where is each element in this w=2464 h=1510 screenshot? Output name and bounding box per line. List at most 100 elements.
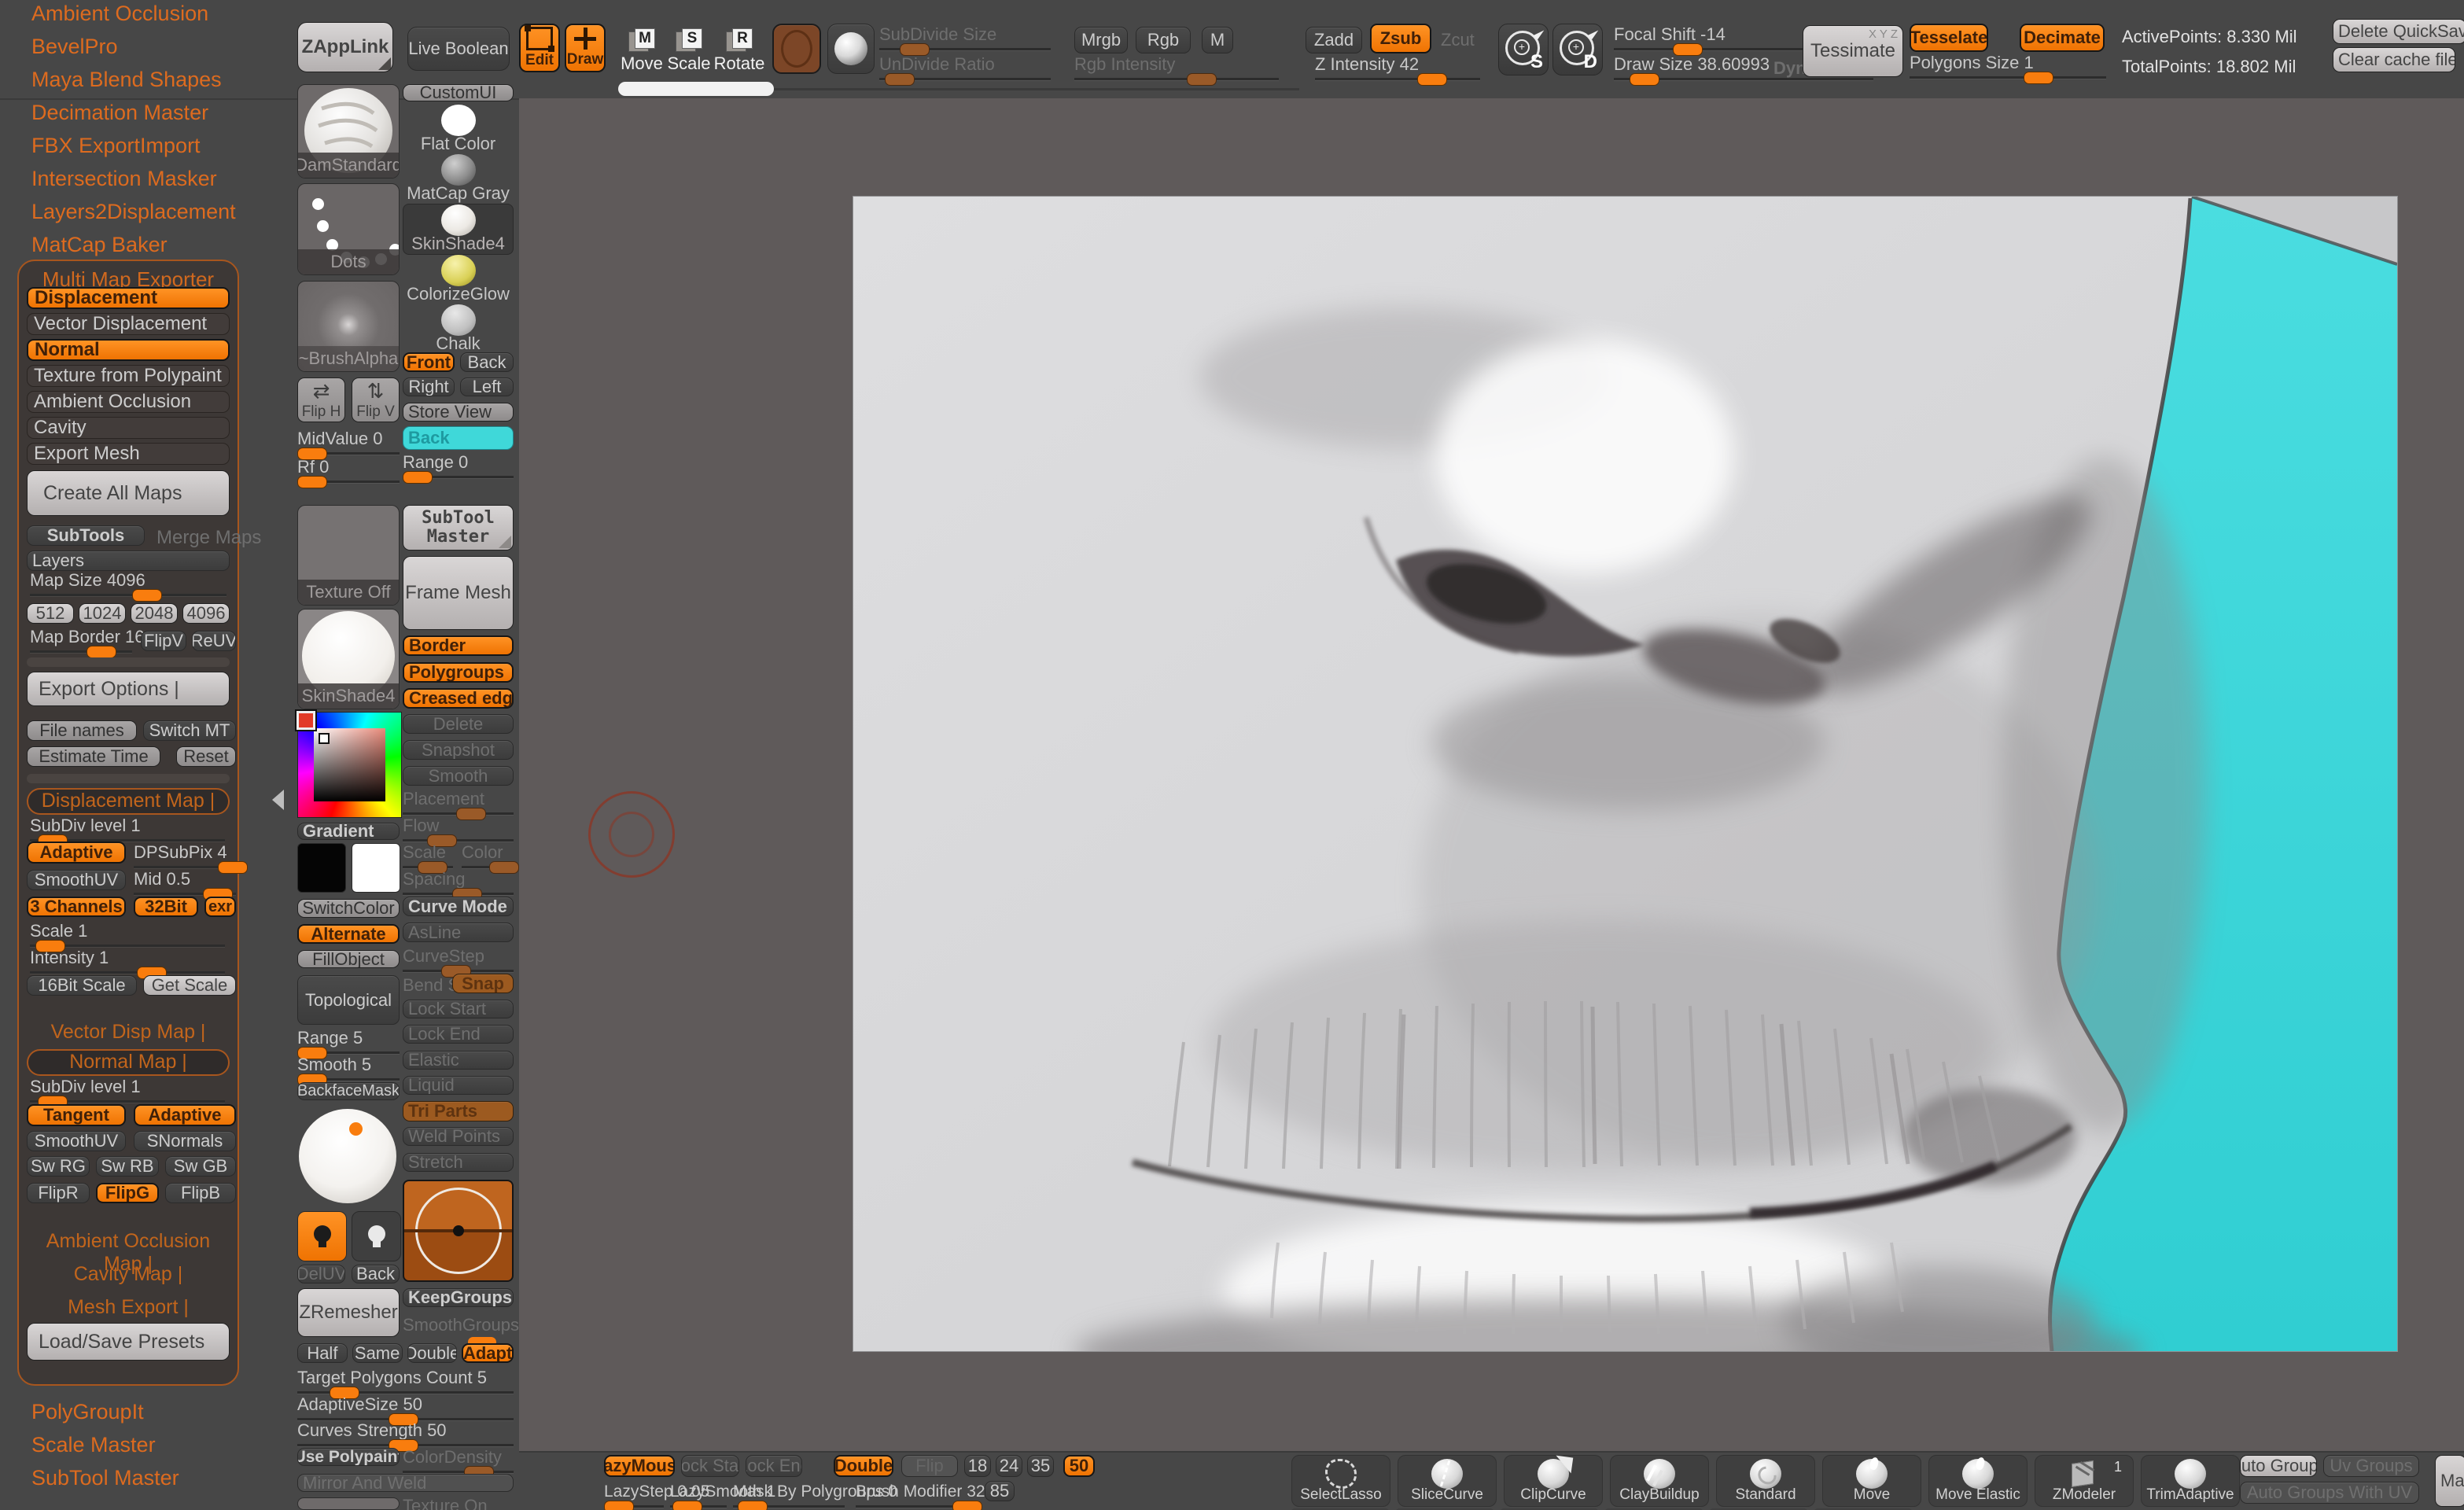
weld-points-toggle[interactable]: Weld Points: [403, 1127, 514, 1146]
get-scale-button[interactable]: Get Scale: [143, 975, 236, 996]
map-size-preset-button[interactable]: 4096: [182, 603, 230, 624]
polygroups-toggle[interactable]: Polygroups: [403, 662, 514, 683]
vector-disp-map-header[interactable]: Vector Disp Map |: [27, 1021, 230, 1044]
plugin-menu-item[interactable]: Layers2Displacement: [0, 195, 287, 228]
lazysmooth-slider[interactable]: LazySmooth 1: [670, 1482, 727, 1508]
spacing-slider[interactable]: Spacing: [403, 870, 514, 895]
material-chalk[interactable]: Chalk: [403, 304, 514, 354]
delete-button[interactable]: Delete: [403, 714, 514, 734]
subtool-master-button[interactable]: SubTool Master: [403, 505, 514, 551]
material-skinshade4[interactable]: SkinShade4: [403, 204, 514, 255]
plugin-menu-item[interactable]: Intersection Masker: [0, 162, 287, 195]
flip-r-button[interactable]: FlipR: [27, 1183, 90, 1203]
polygons-size-slider[interactable]: Polygons Size 1: [1910, 53, 2106, 79]
alternate-toggle[interactable]: Alternate: [297, 924, 400, 944]
draw-size-preset-button[interactable]: 18: [964, 1455, 991, 1477]
clipped-thumbnail[interactable]: [297, 1497, 400, 1510]
brush-slicecurve[interactable]: SliceCurve: [1398, 1455, 1497, 1507]
mme-toggle-normal[interactable]: Normal: [27, 339, 230, 361]
mme-toggle-export-mesh[interactable]: Export Mesh: [27, 443, 230, 465]
snap-toggle[interactable]: Snap: [452, 974, 514, 993]
rgb-intensity-slider[interactable]: Rgb Intensity: [1074, 55, 1279, 80]
plugin-menu-item[interactable]: Scale Master: [0, 1428, 287, 1461]
flip-v-button[interactable]: ⇅Flip V: [352, 378, 400, 422]
range-slider[interactable]: Range 5: [297, 1029, 400, 1054]
plugin-menu-item[interactable]: BevelPro: [0, 30, 287, 63]
subtools-button[interactable]: SubTools: [27, 525, 145, 546]
target-polygons-slider[interactable]: Target Polygons Count 5: [297, 1368, 514, 1394]
map-size-preset-button[interactable]: 1024: [79, 603, 126, 624]
mme-toggle-texture-from-polypaint[interactable]: Texture from Polypaint: [27, 365, 230, 387]
color-stroke-slider[interactable]: Color: [462, 843, 512, 868]
plugin-menu-item[interactable]: PolyGroupIt: [0, 1395, 287, 1428]
sculpt-s-button[interactable]: + S: [1498, 24, 1549, 76]
map-size-preset-button[interactable]: 512: [27, 603, 74, 624]
normal-map-header[interactable]: Normal Map |: [27, 1049, 230, 1076]
alpha-thumbnail[interactable]: ~BrushAlpha: [297, 281, 400, 372]
flip-g-button[interactable]: FlipG: [96, 1183, 159, 1203]
liquid-toggle[interactable]: Liquid: [403, 1076, 514, 1095]
mask-clipped-button[interactable]: Ma: [2435, 1455, 2464, 1507]
pressure-sphere-button[interactable]: [827, 24, 875, 74]
sculpt-d-button[interactable]: + D: [1552, 24, 1603, 76]
flip-h-button[interactable]: ⇄Flip H: [297, 378, 345, 422]
bit32-toggle[interactable]: 32Bit: [134, 897, 198, 917]
curve-mode-toggle[interactable]: Curve Mode: [403, 897, 514, 916]
lazymouse-toggle[interactable]: LazyMouse: [604, 1455, 675, 1477]
create-all-maps-button[interactable]: Create All Maps: [27, 470, 230, 516]
draw-mode-button[interactable]: Draw: [565, 24, 606, 72]
color-density-slider[interactable]: ColorDensity: [403, 1448, 514, 1473]
mid-slider[interactable]: Mid 0.5: [134, 870, 236, 895]
zcut-label[interactable]: Zcut: [1441, 30, 1475, 50]
brush-clipcurve[interactable]: ClipCurve: [1504, 1455, 1603, 1507]
mask-by-polygroups-slider[interactable]: Mask By Polygroups 0: [733, 1482, 845, 1508]
delete-quicksave-button[interactable]: Delete QuickSave files: [2333, 19, 2464, 44]
displacement-map-header[interactable]: Displacement Map |: [27, 788, 230, 815]
curves-strength-slider[interactable]: Curves Strength 50: [297, 1421, 514, 1446]
texture-thumbnail[interactable]: Texture Off: [297, 505, 400, 606]
document-canvas[interactable]: [853, 197, 2397, 1351]
edit-mode-button[interactable]: Edit: [519, 24, 560, 72]
material-flat-color[interactable]: Flat Color: [403, 105, 514, 154]
zremesher-button[interactable]: ZRemesher: [297, 1288, 400, 1337]
move-mode-button[interactable]: M Move: [620, 24, 664, 74]
texture-on-label[interactable]: Texture On: [403, 1496, 488, 1510]
mirror-and-weld-button[interactable]: Mirror And Weld: [297, 1474, 514, 1492]
lock-start-bottom-toggle[interactable]: Lock Start: [681, 1455, 739, 1477]
mme-toggle-cavity[interactable]: Cavity: [27, 417, 230, 439]
lazystep-slider[interactable]: LazyStep 0.05: [604, 1482, 664, 1508]
midvalue-slider[interactable]: MidValue 0: [297, 429, 400, 455]
light-placement-sphere[interactable]: [299, 1109, 396, 1203]
rotate-mode-button[interactable]: R Rotate: [714, 24, 764, 74]
tangent-toggle[interactable]: Tangent: [27, 1104, 126, 1126]
layers-button[interactable]: Layers: [27, 551, 230, 571]
m-button[interactable]: M: [1202, 27, 1233, 53]
adaptive-size-slider[interactable]: AdaptiveSize 50: [297, 1395, 514, 1420]
brush-move-elastic[interactable]: Move Elastic: [1928, 1455, 2028, 1507]
plugin-menu-item[interactable]: FBX ExportImport: [0, 129, 287, 162]
brush-zmodeler[interactable]: 1 ZModeler: [2035, 1455, 2134, 1507]
stroke-thumbnail[interactable]: Dots: [297, 183, 400, 275]
auto-groups-with-uv-button[interactable]: Auto Groups With UV: [2240, 1482, 2419, 1504]
tessimate-button[interactable]: Tessimate X Y Z: [1803, 25, 1903, 77]
keepgroups-toggle[interactable]: KeepGroups: [403, 1288, 514, 1307]
plugin-menu-item[interactable]: Maya Blend Shapes: [0, 63, 287, 96]
tesselate-button[interactable]: Tesselate: [1910, 24, 1988, 52]
lock-start-toggle[interactable]: Lock Start: [403, 1000, 514, 1018]
toolbar-scroll-thumb[interactable]: [618, 82, 774, 96]
auto-groups-button[interactable]: Auto Groups: [2240, 1455, 2317, 1477]
lock-end-toggle[interactable]: Lock End: [403, 1025, 514, 1044]
subdivide-size-slider[interactable]: SubDivide Size: [879, 25, 1051, 50]
map-size-preset-button[interactable]: 2048: [131, 603, 178, 624]
double-button[interactable]: Double: [407, 1343, 458, 1363]
mme-toggle-displacement[interactable]: Displacement: [27, 287, 230, 309]
zsub-button[interactable]: Zsub: [1370, 24, 1431, 53]
channels-toggle[interactable]: 3 Channels: [27, 897, 126, 917]
plugin-menu-item[interactable]: MatCap Baker: [0, 228, 287, 261]
flipv-button[interactable]: FlipV: [141, 631, 186, 651]
back-button[interactable]: Back: [352, 1265, 400, 1284]
switch-mt-button[interactable]: Switch MT: [143, 720, 236, 741]
map-border-slider[interactable]: Map Border 16: [30, 628, 132, 653]
brush-move[interactable]: Move: [1822, 1455, 1921, 1507]
dpsubpix-slider[interactable]: DPSubPix 4: [134, 843, 236, 868]
